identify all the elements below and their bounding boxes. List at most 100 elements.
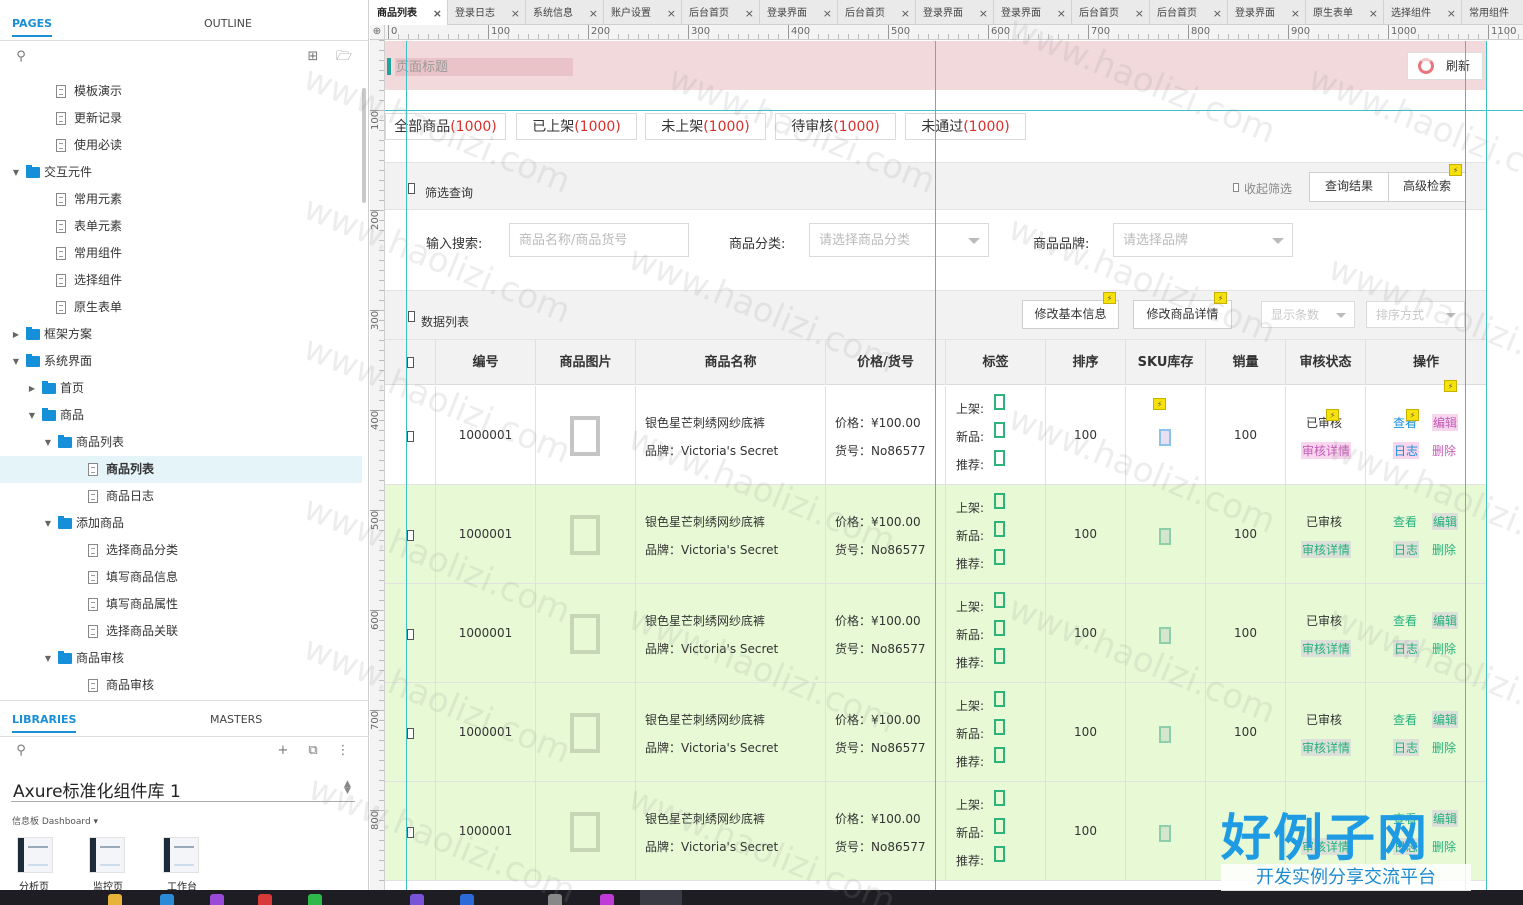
tab-all-products[interactable]: 全部商品(1000) (385, 113, 506, 140)
library-group-label[interactable]: 信息板 Dashboard ▾ (12, 814, 98, 827)
tree-page[interactable]: 填写商品属性 (0, 591, 362, 618)
select-arrows-icon[interactable]: ▲ ▼ (344, 780, 351, 796)
edit-link[interactable]: 编辑 (1432, 711, 1459, 728)
tree-page[interactable]: 选择商品分类 (0, 537, 362, 564)
tree-folder[interactable]: ▼ 商品审核 (0, 645, 362, 672)
log-link[interactable]: 日志 (1393, 442, 1420, 459)
tree-page[interactable]: 商品审核 (0, 672, 362, 696)
tag-toggle[interactable] (994, 747, 1005, 763)
tree-folder[interactable]: ▼ 系统界面 (0, 348, 362, 375)
tag-toggle[interactable] (994, 394, 1005, 410)
search-input[interactable]: 商品名称/商品货号 (509, 223, 689, 257)
product-name[interactable]: 银色星芒刺绣网纱底裤 (645, 810, 765, 827)
close-icon[interactable]: × (745, 0, 754, 25)
log-link[interactable]: 日志 (1393, 739, 1420, 756)
collapse-icon[interactable] (1233, 183, 1239, 192)
view-link[interactable]: 查看 (1393, 612, 1417, 629)
tree-page[interactable]: 模板演示 (0, 78, 362, 105)
tab-masters[interactable]: MASTERS (210, 713, 262, 726)
sort-select[interactable]: 排序方式 (1366, 301, 1465, 328)
widget-thumbnail[interactable] (17, 837, 53, 873)
close-icon[interactable]: × (1057, 0, 1066, 25)
list-toggle-checkbox[interactable] (408, 311, 415, 322)
search-icon[interactable]: ⚲ (14, 50, 28, 64)
app-icon[interactable] (210, 894, 224, 905)
product-name[interactable]: 银色星芒刺绣网纱底裤 (645, 612, 765, 629)
app-icon[interactable] (460, 894, 474, 905)
category-select[interactable]: 请选择商品分类 (809, 223, 989, 257)
document-tab[interactable]: 登录界面 × (760, 0, 838, 25)
tab-pages[interactable]: PAGES (12, 17, 53, 37)
search-icon[interactable]: ⚲ (14, 744, 28, 758)
document-tab[interactable]: 常用组件× (1462, 0, 1523, 25)
audit-detail-link[interactable]: 审核详情 (1301, 541, 1352, 558)
tab-off-shelf[interactable]: 未上架(1000) (645, 113, 766, 140)
product-name[interactable]: 银色星芒刺绣网纱底裤 (645, 414, 765, 431)
tree-page[interactable]: 选择组件 (0, 267, 362, 294)
tab-rejected[interactable]: 未通过(1000) (905, 113, 1026, 140)
close-icon[interactable]: × (1291, 0, 1300, 25)
add-folder-icon[interactable]: 🗁 (336, 50, 352, 64)
document-tab[interactable]: 登录界面 × (994, 0, 1072, 25)
refresh-button[interactable]: 刷新 (1407, 52, 1483, 80)
delete-link[interactable]: 删除 (1432, 739, 1456, 756)
collapse-arrow-icon[interactable]: ▶ (27, 375, 37, 402)
brand-select[interactable]: 请选择品牌 (1113, 223, 1293, 257)
add-page-icon[interactable]: ⊞ (306, 50, 320, 64)
tag-toggle[interactable] (994, 422, 1005, 438)
delete-link[interactable]: 删除 (1432, 442, 1456, 459)
product-name[interactable]: 银色星芒刺绣网纱底裤 (645, 513, 765, 530)
tree-page[interactable]: 更新记录 (0, 105, 362, 132)
sku-stock-icon[interactable] (1159, 429, 1171, 446)
widget-thumbnail[interactable] (163, 837, 199, 873)
page-size-select[interactable]: 显示条数 (1261, 301, 1355, 328)
edit-link[interactable]: 编辑 (1432, 612, 1459, 629)
row-checkbox[interactable] (407, 530, 414, 541)
edit-link[interactable]: 编辑 (1432, 513, 1459, 530)
tree-page[interactable]: 使用必读 (0, 132, 362, 159)
tag-toggle[interactable] (994, 450, 1005, 466)
row-checkbox[interactable] (407, 629, 414, 640)
audit-detail-link[interactable]: 审核详情 (1301, 739, 1352, 756)
active-app-icon[interactable] (640, 890, 682, 905)
tag-toggle[interactable] (994, 818, 1005, 834)
expand-arrow-icon[interactable]: ▼ (11, 159, 21, 186)
expand-arrow-icon[interactable]: ▼ (11, 348, 21, 375)
close-icon[interactable]: × (589, 0, 598, 25)
tag-toggle[interactable] (994, 549, 1005, 565)
document-tab[interactable]: 选择组件 × (1384, 0, 1462, 25)
tag-toggle[interactable] (994, 648, 1005, 664)
close-icon[interactable]: × (979, 0, 988, 25)
close-icon[interactable]: × (1447, 0, 1456, 25)
tab-on-shelf[interactable]: 已上架(1000) (516, 113, 637, 140)
log-link[interactable]: 日志 (1393, 640, 1420, 657)
tree-page[interactable]: 原生表单 (0, 294, 362, 321)
app-icon[interactable] (548, 894, 562, 905)
sku-stock-icon[interactable] (1159, 825, 1171, 842)
product-name[interactable]: 银色星芒刺绣网纱底裤 (645, 711, 765, 728)
tag-toggle[interactable] (994, 719, 1005, 735)
tab-pending-review[interactable]: 待审核(1000) (775, 113, 896, 140)
tag-toggle[interactable] (994, 620, 1005, 636)
tree-page[interactable]: 填写商品信息 (0, 564, 362, 591)
tree-folder[interactable]: ▼ 商品 (0, 402, 362, 429)
sku-stock-icon[interactable] (1159, 627, 1171, 644)
library-select[interactable]: Axure标准化组件库 1 (13, 777, 181, 802)
expand-arrow-icon[interactable]: ▼ (43, 429, 53, 456)
close-icon[interactable]: × (667, 0, 676, 25)
tree-page[interactable]: 商品日志 (0, 483, 362, 510)
row-checkbox[interactable] (407, 827, 414, 838)
tree-page[interactable]: 常用组件 (0, 240, 362, 267)
document-tab[interactable]: 登录界面 × (1228, 0, 1306, 25)
close-icon[interactable]: × (823, 0, 832, 25)
edit-product-detail-button[interactable]: 修改商品详情 (1133, 300, 1232, 329)
close-icon[interactable]: × (511, 0, 520, 25)
more-icon[interactable]: ⋮ (336, 744, 350, 758)
app-icon[interactable] (160, 894, 174, 905)
folder-icon[interactable] (108, 894, 122, 905)
expand-arrow-icon[interactable]: ▼ (43, 645, 53, 672)
audit-detail-link[interactable]: 审核详情 (1301, 442, 1352, 459)
expand-arrow-icon[interactable]: ▼ (27, 402, 37, 429)
tree-folder[interactable]: ▼ 交互元件 (0, 159, 362, 186)
tree-page[interactable]: 常用元素 (0, 186, 362, 213)
